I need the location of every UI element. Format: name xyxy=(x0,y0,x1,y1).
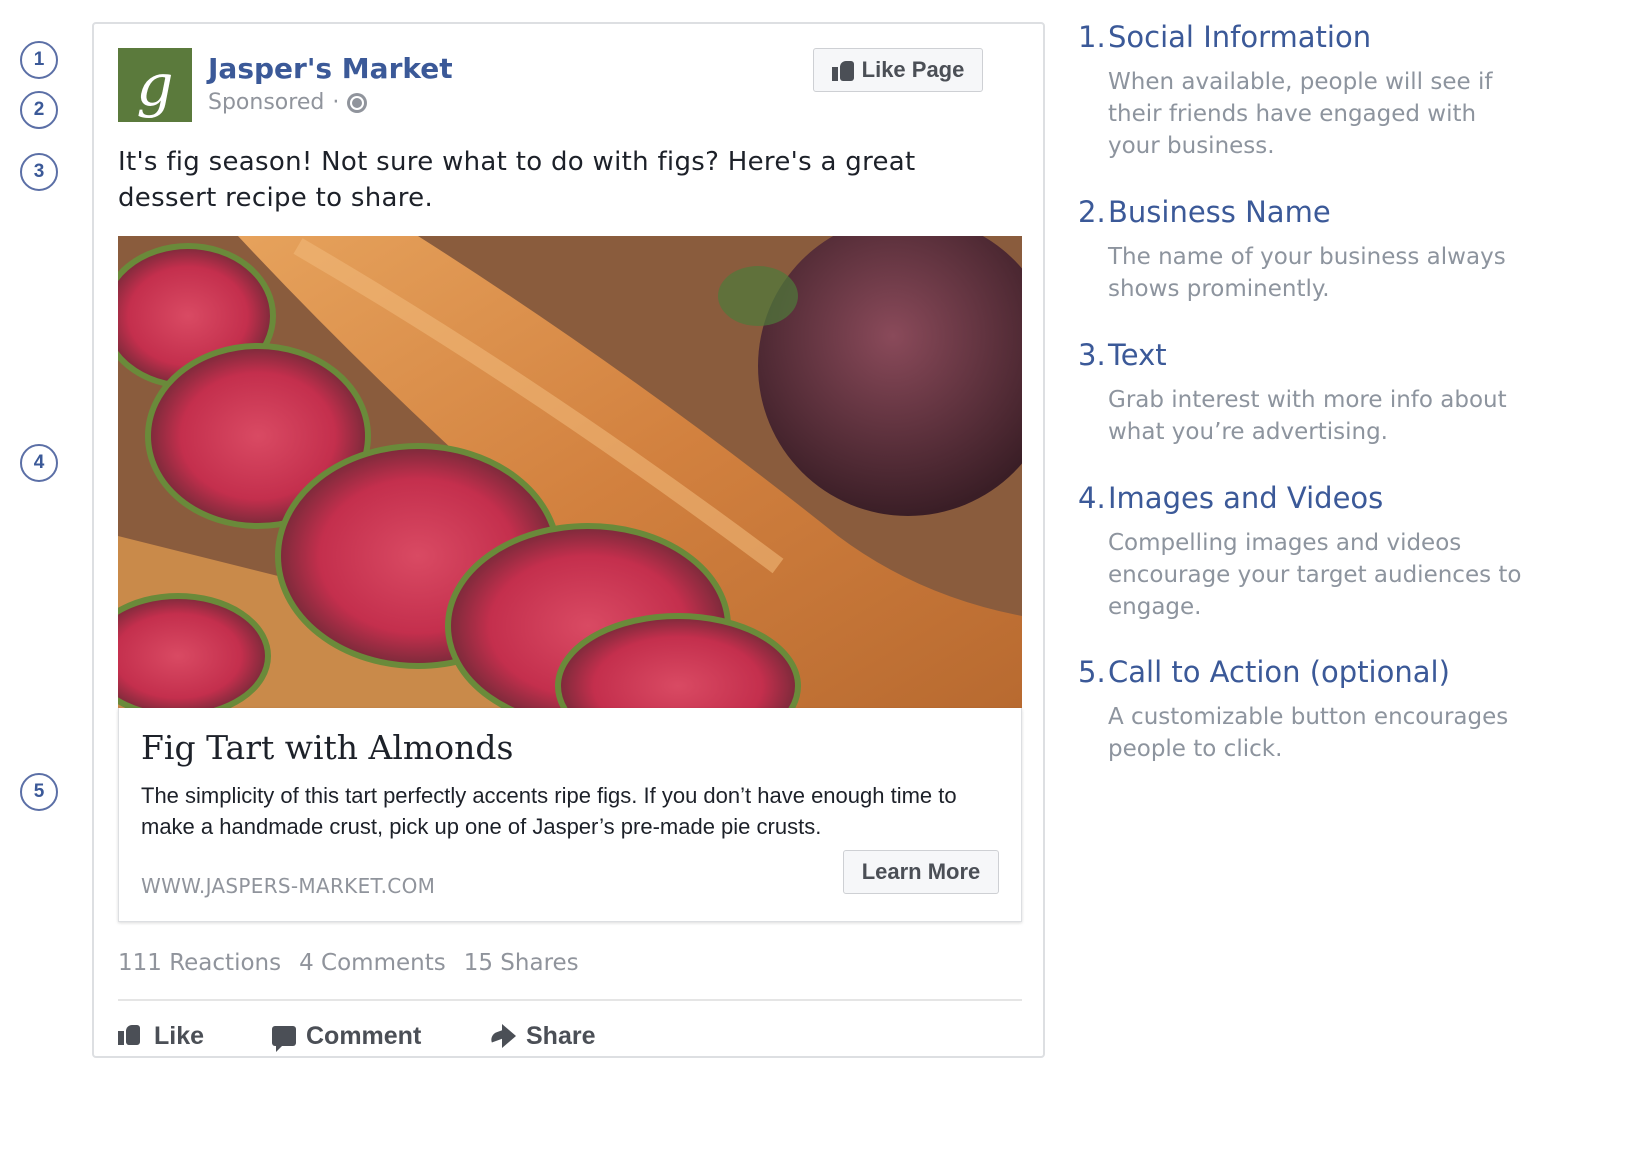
description-item: 5. Call to Action (optional) A customiza… xyxy=(1078,655,1638,765)
description-heading: 5. Call to Action (optional) xyxy=(1078,655,1638,689)
description-number: 1. xyxy=(1078,20,1106,54)
share-label: Share xyxy=(526,1021,596,1050)
description-heading: 3. Text xyxy=(1078,338,1638,372)
page-avatar[interactable]: g xyxy=(118,48,192,122)
description-body: The name of your business always shows p… xyxy=(1108,244,1506,302)
description-title: Images and Videos xyxy=(1108,481,1384,515)
engagement-stats: 111 Reactions 4 Comments 15 Shares xyxy=(118,950,579,976)
description-item: 1. Social Information When available, pe… xyxy=(1078,20,1638,162)
comments-count[interactable]: 4 Comments xyxy=(299,950,446,976)
avatar-letter: g xyxy=(136,51,174,119)
description-number: 5. xyxy=(1078,655,1106,689)
description-body: Compelling images and videos encourage y… xyxy=(1108,530,1522,620)
description-number: 2. xyxy=(1078,195,1106,229)
like-page-label: Like Page xyxy=(861,57,965,82)
globe-icon xyxy=(347,92,368,113)
comment-label: Comment xyxy=(306,1021,422,1050)
share-icon xyxy=(502,1024,516,1048)
link-preview[interactable]: Fig Tart with Almonds The simplicity of … xyxy=(118,708,1022,922)
fig-tart-photo xyxy=(118,236,1022,708)
sponsored-separator: · xyxy=(332,90,340,115)
comment-icon xyxy=(272,1026,296,1052)
description-body: A customizable button encourages people … xyxy=(1108,704,1509,762)
callout-3: 3 xyxy=(20,153,58,191)
like-label: Like xyxy=(154,1021,205,1050)
description-title: Business Name xyxy=(1108,195,1331,229)
learn-more-button[interactable]: Learn More xyxy=(843,850,999,894)
sponsored-text: Sponsored xyxy=(208,90,325,115)
reactions-count[interactable]: 111 Reactions xyxy=(118,950,281,976)
description-heading: 4. Images and Videos xyxy=(1078,481,1638,515)
like-button[interactable]: Like xyxy=(118,1014,272,1058)
comment-button[interactable]: Comment xyxy=(272,1014,490,1058)
callout-1: 1 xyxy=(20,41,58,79)
description-number: 4. xyxy=(1078,481,1106,515)
shares-count[interactable]: 15 Shares xyxy=(464,950,579,976)
description-item: 2. Business Name The name of your busine… xyxy=(1078,195,1638,305)
description-body: When available, people will see if their… xyxy=(1108,69,1493,159)
callout-2: 2 xyxy=(20,91,58,129)
ad-image[interactable] xyxy=(118,236,1022,708)
description-title: Social Information xyxy=(1108,20,1372,54)
description-item: 3. Text Grab interest with more info abo… xyxy=(1078,338,1638,448)
description-title: Text xyxy=(1108,338,1167,372)
like-page-button[interactable]: Like Page xyxy=(813,48,983,92)
link-url[interactable]: WWW.JASPERS-MARKET.COM xyxy=(141,874,435,898)
share-button[interactable]: Share xyxy=(490,1014,595,1058)
thumbs-up-icon xyxy=(831,59,854,81)
description-heading: 2. Business Name xyxy=(1078,195,1638,229)
divider xyxy=(118,999,1022,1001)
sponsored-label: Sponsored · xyxy=(208,90,368,115)
page-name-link[interactable]: Jasper's Market xyxy=(208,52,453,85)
link-description: The simplicity of this tart perfectly ac… xyxy=(141,783,957,839)
description-heading: 1. Social Information xyxy=(1078,20,1638,54)
thumbs-up-icon xyxy=(118,1023,144,1049)
description-number: 3. xyxy=(1078,338,1106,372)
callout-4: 4 xyxy=(20,444,58,482)
description-body: Grab interest with more info about what … xyxy=(1108,387,1507,445)
description-title: Call to Action (optional) xyxy=(1108,655,1450,689)
description-item: 4. Images and Videos Compelling images a… xyxy=(1078,481,1638,623)
action-bar: Like Comment Share xyxy=(118,1014,595,1058)
ad-card: g Jasper's Market Sponsored · Like Page … xyxy=(92,22,1045,1058)
callout-5: 5 xyxy=(20,773,58,811)
post-text: It's fig season! Not sure what to do wit… xyxy=(118,147,916,213)
link-title[interactable]: Fig Tart with Almonds xyxy=(141,728,513,767)
